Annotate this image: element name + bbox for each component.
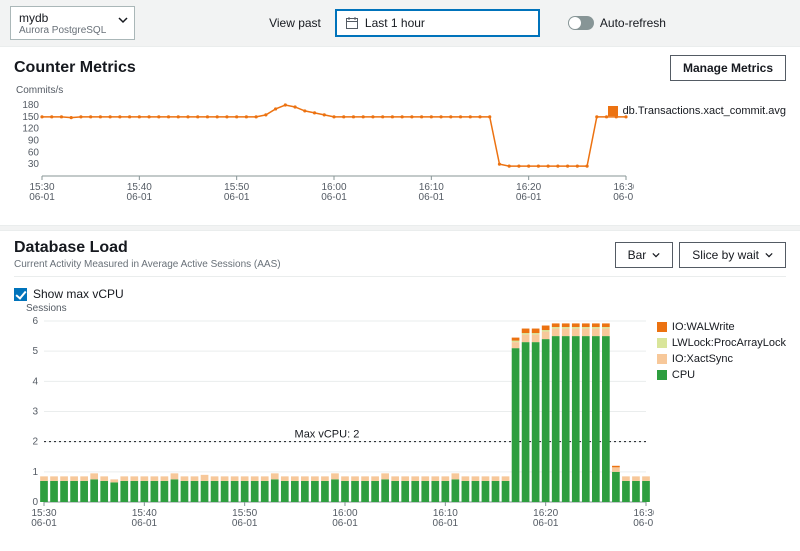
legend-item: IO:XactSync — [657, 353, 786, 365]
svg-text:4: 4 — [32, 376, 38, 387]
auto-refresh-toggle[interactable]: Auto-refresh — [568, 16, 666, 30]
legend-item: LWLock:ProcArrayLock — [657, 337, 786, 349]
legend-item: db.Transactions.xact_commit.avg — [608, 105, 786, 117]
svg-text:06-01: 06-01 — [321, 192, 347, 203]
svg-text:2: 2 — [32, 437, 38, 448]
show-max-vcpu-label: Show max vCPU — [33, 287, 124, 301]
svg-text:06-01: 06-01 — [419, 192, 445, 203]
db-engine: Aurora PostgreSQL — [19, 25, 126, 36]
database-selector[interactable]: mydb Aurora PostgreSQL — [10, 6, 135, 40]
counter-metrics-section: Counter Metrics Manage Metrics Commits/s… — [0, 47, 800, 225]
counter-metrics-title: Counter Metrics — [14, 59, 136, 77]
chart-type-selector[interactable]: Bar — [615, 242, 674, 268]
view-past-label: View past — [269, 16, 321, 30]
legend-swatch — [657, 322, 667, 332]
legend-swatch — [657, 354, 667, 364]
counter-chart: 30609012015018015:3006-0115:4006-0115:50… — [14, 91, 634, 206]
show-max-vcpu-checkbox[interactable]: Show max vCPU — [14, 287, 786, 301]
database-load-title: Database Load — [14, 239, 281, 257]
svg-text:06-01: 06-01 — [29, 192, 55, 203]
svg-text:Max vCPU: 2: Max vCPU: 2 — [295, 429, 360, 441]
svg-text:180: 180 — [22, 100, 39, 111]
legend-label: CPU — [672, 369, 695, 381]
svg-text:06-01: 06-01 — [533, 518, 559, 529]
toggle-icon — [568, 16, 594, 30]
svg-text:06-01: 06-01 — [224, 192, 250, 203]
legend-swatch — [608, 106, 618, 116]
chevron-down-icon — [118, 15, 128, 25]
load-legend: IO:WALWrite LWLock:ProcArrayLock IO:XactSy… — [657, 321, 786, 381]
time-range-value: Last 1 hour — [365, 16, 425, 30]
svg-text:06-01: 06-01 — [613, 192, 634, 203]
svg-text:60: 60 — [28, 147, 40, 158]
svg-text:06-01: 06-01 — [433, 518, 459, 529]
legend-swatch — [657, 338, 667, 348]
legend-item: IO:WALWrite — [657, 321, 786, 333]
load-ylabel: Sessions — [26, 303, 67, 314]
svg-text:06-01: 06-01 — [516, 192, 542, 203]
top-bar: mydb Aurora PostgreSQL View past Last 1 … — [0, 0, 800, 47]
svg-text:06-01: 06-01 — [127, 192, 153, 203]
counter-ylabel: Commits/s — [16, 85, 63, 96]
svg-text:120: 120 — [22, 124, 39, 135]
svg-text:90: 90 — [28, 136, 40, 147]
calendar-icon — [345, 16, 359, 30]
db-name: mydb — [19, 11, 126, 25]
svg-text:06-01: 06-01 — [633, 518, 654, 529]
manage-metrics-button[interactable]: Manage Metrics — [670, 55, 786, 81]
slice-by-selector[interactable]: Slice by wait — [679, 242, 786, 268]
svg-text:06-01: 06-01 — [232, 518, 258, 529]
database-load-section: Database Load Current Activity Measured … — [0, 231, 800, 551]
svg-text:30: 30 — [28, 159, 40, 170]
checkbox-icon — [14, 288, 27, 301]
database-load-subtitle: Current Activity Measured in Average Act… — [14, 259, 281, 270]
svg-text:3: 3 — [32, 407, 38, 418]
legend-label: IO:WALWrite — [672, 321, 735, 333]
time-range-selector[interactable]: Last 1 hour — [335, 9, 540, 37]
legend-label: LWLock:ProcArrayLock — [672, 337, 786, 349]
load-chart: 0123456Max vCPU: 215:3006-0115:4006-0115… — [14, 307, 654, 532]
legend-swatch — [657, 370, 667, 380]
svg-text:6: 6 — [32, 316, 38, 327]
legend-item: CPU — [657, 369, 786, 381]
legend-label: IO:XactSync — [672, 353, 733, 365]
svg-text:06-01: 06-01 — [332, 518, 358, 529]
auto-refresh-label: Auto-refresh — [600, 16, 666, 30]
chevron-down-icon — [652, 251, 660, 259]
legend-label: db.Transactions.xact_commit.avg — [623, 105, 786, 117]
svg-text:5: 5 — [32, 346, 38, 357]
svg-text:06-01: 06-01 — [31, 518, 57, 529]
svg-text:150: 150 — [22, 112, 39, 123]
svg-text:06-01: 06-01 — [132, 518, 158, 529]
svg-text:1: 1 — [32, 467, 38, 478]
chevron-down-icon — [765, 251, 773, 259]
svg-text:0: 0 — [32, 497, 38, 508]
